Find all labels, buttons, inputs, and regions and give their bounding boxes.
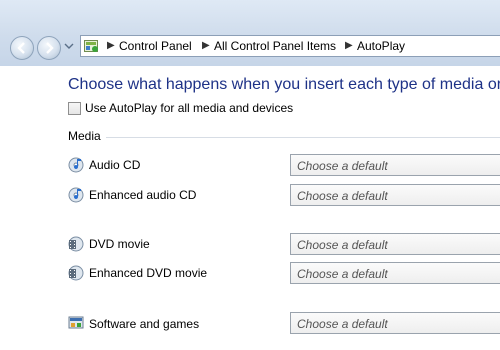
page-title: Choose what happens when you insert each… <box>68 76 500 93</box>
audio-cd-icon <box>68 157 84 173</box>
arrow-left-icon <box>17 42 25 54</box>
row-label-dvd-movie: DVD movie <box>89 237 150 251</box>
audio-cd-select[interactable]: Choose a default <box>290 154 500 176</box>
control-panel-icon <box>84 40 98 52</box>
address-bar[interactable]: ▶ Control Panel ▶ All Control Panel Item… <box>80 35 500 57</box>
row-label-enhanced-dvd-movie: Enhanced DVD movie <box>89 266 208 280</box>
software-and-games-select[interactable]: Choose a default <box>290 312 500 334</box>
select-value: Choose a default <box>297 159 388 173</box>
row-label-audio-cd: Audio CD <box>89 158 141 172</box>
recent-pages-chevron-icon[interactable] <box>64 41 74 51</box>
arrow-right-icon <box>46 42 54 54</box>
row-label-enhanced-audio-cd: Enhanced audio CD <box>89 188 197 202</box>
breadcrumb-separator-icon[interactable]: ▶ <box>107 40 115 51</box>
breadcrumb-separator-icon[interactable]: ▶ <box>345 40 353 51</box>
forward-button[interactable] <box>37 36 61 60</box>
select-value: Choose a default <box>297 267 388 281</box>
row-label-software-and-games: Software and games <box>89 317 200 331</box>
dvd-movie-select[interactable]: Choose a default <box>290 233 500 255</box>
select-value: Choose a default <box>297 238 388 252</box>
dvd-movie-icon <box>68 236 84 252</box>
breadcrumb-all-items[interactable]: All Control Panel Items <box>214 39 336 53</box>
autoplay-checkbox-label[interactable]: Use AutoPlay for all media and devices <box>85 101 293 115</box>
select-value: Choose a default <box>297 317 388 331</box>
dvd-movie-icon <box>68 265 84 281</box>
breadcrumb-separator-icon[interactable]: ▶ <box>202 40 210 51</box>
enhanced-dvd-movie-select[interactable]: Choose a default <box>290 262 500 284</box>
section-divider <box>106 137 500 138</box>
autoplay-checkbox[interactable] <box>68 102 81 115</box>
back-button[interactable] <box>10 36 34 60</box>
audio-cd-icon <box>68 187 84 203</box>
section-title-media: Media <box>68 129 101 143</box>
breadcrumb-control-panel[interactable]: Control Panel <box>119 39 192 53</box>
breadcrumb-autoplay[interactable]: AutoPlay <box>357 39 405 53</box>
enhanced-audio-cd-select[interactable]: Choose a default <box>290 184 500 206</box>
software-icon <box>68 316 84 329</box>
select-value: Choose a default <box>297 189 388 203</box>
